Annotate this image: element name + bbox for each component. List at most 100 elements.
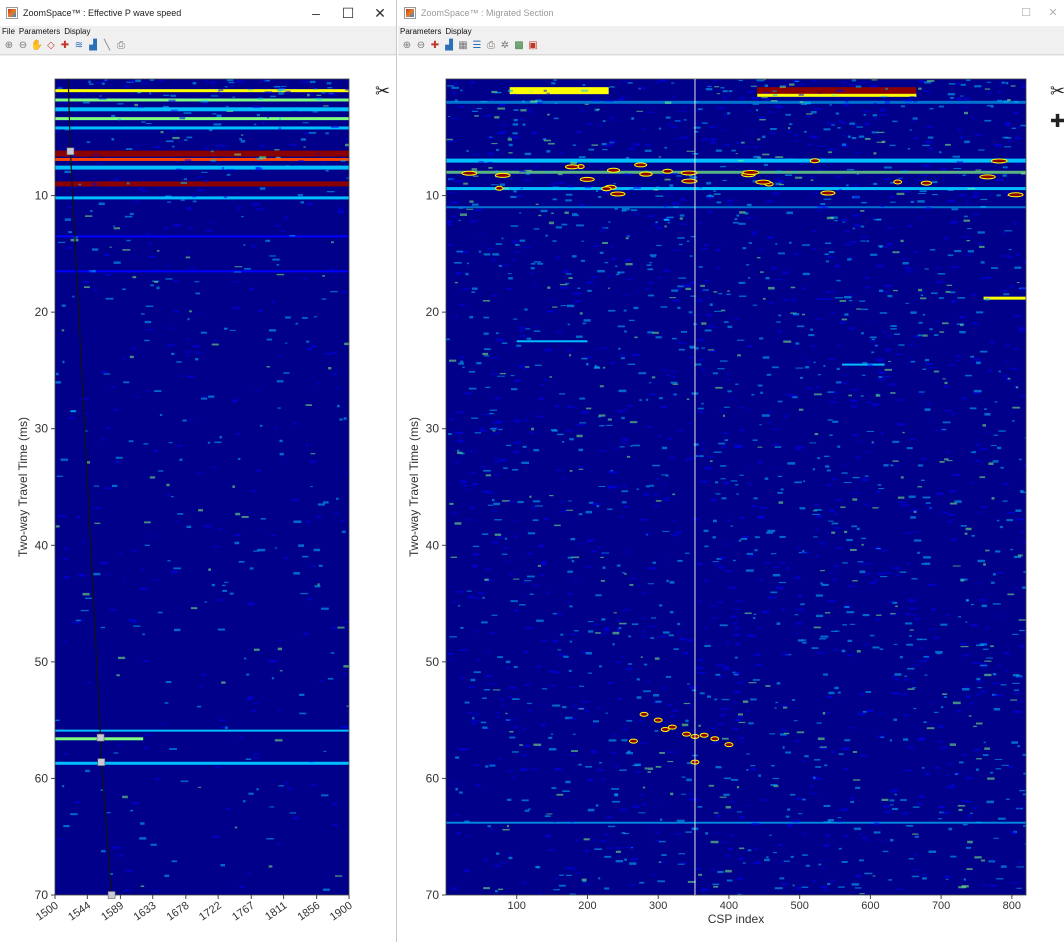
- noise-speckle: [76, 515, 80, 519]
- noise-speckle: [768, 596, 777, 599]
- noise-speckle: [713, 291, 718, 293]
- noise-speckle: [523, 368, 527, 371]
- noise-speckle: [122, 249, 131, 251]
- scissors-icon[interactable]: ✂: [1050, 82, 1064, 100]
- noise-speckle: [555, 877, 558, 880]
- noise-speckle: [630, 209, 638, 212]
- noise-speckle: [551, 182, 557, 186]
- migrated-heatmap[interactable]: 10203040506070100 200 300 400 500 600 700 800Tw…: [398, 56, 1064, 942]
- title-bar[interactable]: ZoomSpace™ : Effective P wave speed – ☐ …: [0, 0, 396, 26]
- noise-speckle: [934, 711, 939, 713]
- close-button[interactable]: ✕: [364, 0, 396, 26]
- velocity-heatmap[interactable]: 102030405060701500 1544 1589 1633 1678 1722 17…: [0, 56, 397, 942]
- noise-speckle: [210, 150, 214, 153]
- zoom-out-icon[interactable]: ⊖: [17, 40, 29, 52]
- noise-speckle: [488, 166, 493, 169]
- noise-speckle: [828, 509, 835, 512]
- noise-speckle: [610, 361, 615, 365]
- pan-icon[interactable]: ✋: [31, 40, 43, 52]
- noise-speckle: [904, 769, 912, 772]
- noise-speckle: [772, 443, 780, 446]
- noise-speckle: [466, 590, 472, 592]
- noise-speckle: [537, 102, 543, 105]
- menu-display[interactable]: Display: [445, 26, 471, 38]
- menu-file[interactable]: File: [2, 26, 15, 38]
- stack-icon[interactable]: ☰: [471, 40, 483, 52]
- zoom-out-icon[interactable]: ⊖: [415, 40, 427, 52]
- chart-icon[interactable]: ▟: [443, 40, 455, 52]
- noise-speckle: [736, 600, 743, 602]
- noise-speckle: [558, 393, 566, 395]
- noise-speckle: [664, 101, 672, 104]
- maximize-button[interactable]: ☐: [332, 0, 364, 26]
- reflector-band: [446, 206, 1026, 209]
- noise-speckle: [897, 423, 905, 426]
- scissors-icon[interactable]: ✂: [375, 82, 390, 100]
- noise-speckle: [653, 223, 658, 226]
- pick-icon[interactable]: ✚: [59, 40, 71, 52]
- noise-speckle: [775, 279, 783, 281]
- noise-speckle: [667, 704, 672, 706]
- x-tick-label: 300: [649, 900, 667, 912]
- noise-speckle: [917, 334, 923, 337]
- noise-speckle: [536, 665, 541, 668]
- print-icon[interactable]: ⎙: [485, 40, 497, 52]
- lines-icon[interactable]: ╲: [101, 40, 113, 52]
- maximize-button[interactable]: ☐: [1010, 0, 1042, 26]
- noise-speckle: [843, 103, 849, 106]
- menu-display[interactable]: Display: [64, 26, 90, 38]
- pick-icon[interactable]: ✚: [429, 40, 441, 52]
- noise-speckle: [898, 344, 905, 346]
- layers-icon[interactable]: ≋: [73, 40, 85, 52]
- noise-speckle: [524, 809, 530, 812]
- noise-speckle: [139, 568, 144, 571]
- noise-speckle: [887, 294, 893, 298]
- color-map-icon[interactable]: ▩: [513, 40, 525, 52]
- app-logo-icon: [6, 7, 18, 19]
- zoom-in-icon[interactable]: ⊕: [401, 40, 413, 52]
- noise-speckle: [614, 794, 619, 797]
- noise-speckle: [80, 609, 89, 612]
- noise-speckle: [126, 182, 130, 185]
- noise-speckle: [990, 341, 995, 344]
- noise-speckle: [621, 442, 628, 444]
- noise-speckle: [977, 687, 982, 689]
- noise-speckle: [624, 294, 629, 296]
- noise-speckle: [537, 892, 542, 895]
- noise-speckle: [1010, 85, 1016, 87]
- close-button[interactable]: ✕: [1042, 0, 1064, 26]
- eraser-icon[interactable]: ◇: [45, 40, 57, 52]
- title-bar[interactable]: ZoomSpace™ : Migrated Section ☐ ✕: [398, 0, 1064, 26]
- noise-speckle: [266, 338, 272, 341]
- noise-speckle: [793, 720, 798, 722]
- noise-speckle: [179, 117, 186, 120]
- print-icon[interactable]: ⎙: [115, 40, 127, 52]
- menu-parameters[interactable]: Parameters: [19, 26, 60, 38]
- noise-speckle: [700, 480, 707, 483]
- noise-speckle: [269, 806, 275, 808]
- x-tick-label: 400: [720, 900, 738, 912]
- noise-speckle: [556, 469, 563, 471]
- noise-speckle: [317, 382, 320, 385]
- noise-speckle: [803, 480, 806, 483]
- noise-speckle: [1024, 261, 1026, 264]
- noise-speckle: [704, 642, 707, 644]
- chart-icon[interactable]: ▟: [87, 40, 99, 52]
- noise-speckle: [601, 618, 606, 621]
- grid-icon[interactable]: ▦: [457, 40, 469, 52]
- strong-reflector: [742, 169, 760, 175]
- minimize-button[interactable]: –: [300, 0, 332, 26]
- noise-speckle: [218, 89, 224, 92]
- star-icon[interactable]: ✲: [499, 40, 511, 52]
- noise-speckle: [783, 299, 789, 301]
- noise-speckle: [761, 97, 768, 99]
- noise-speckle: [513, 666, 518, 669]
- noise-speckle: [815, 766, 822, 768]
- palette-icon[interactable]: ▣: [527, 40, 539, 52]
- noise-speckle: [521, 799, 529, 802]
- velocity-plot-area: 10 20 30 40 50 60 70 1500 1544 1589 1633 1678 1722 17…: [0, 56, 397, 942]
- pick-tool-icon[interactable]: ✚: [1050, 112, 1064, 130]
- noise-speckle: [233, 534, 241, 537]
- menu-parameters[interactable]: Parameters: [400, 26, 441, 38]
- zoom-in-icon[interactable]: ⊕: [3, 40, 15, 52]
